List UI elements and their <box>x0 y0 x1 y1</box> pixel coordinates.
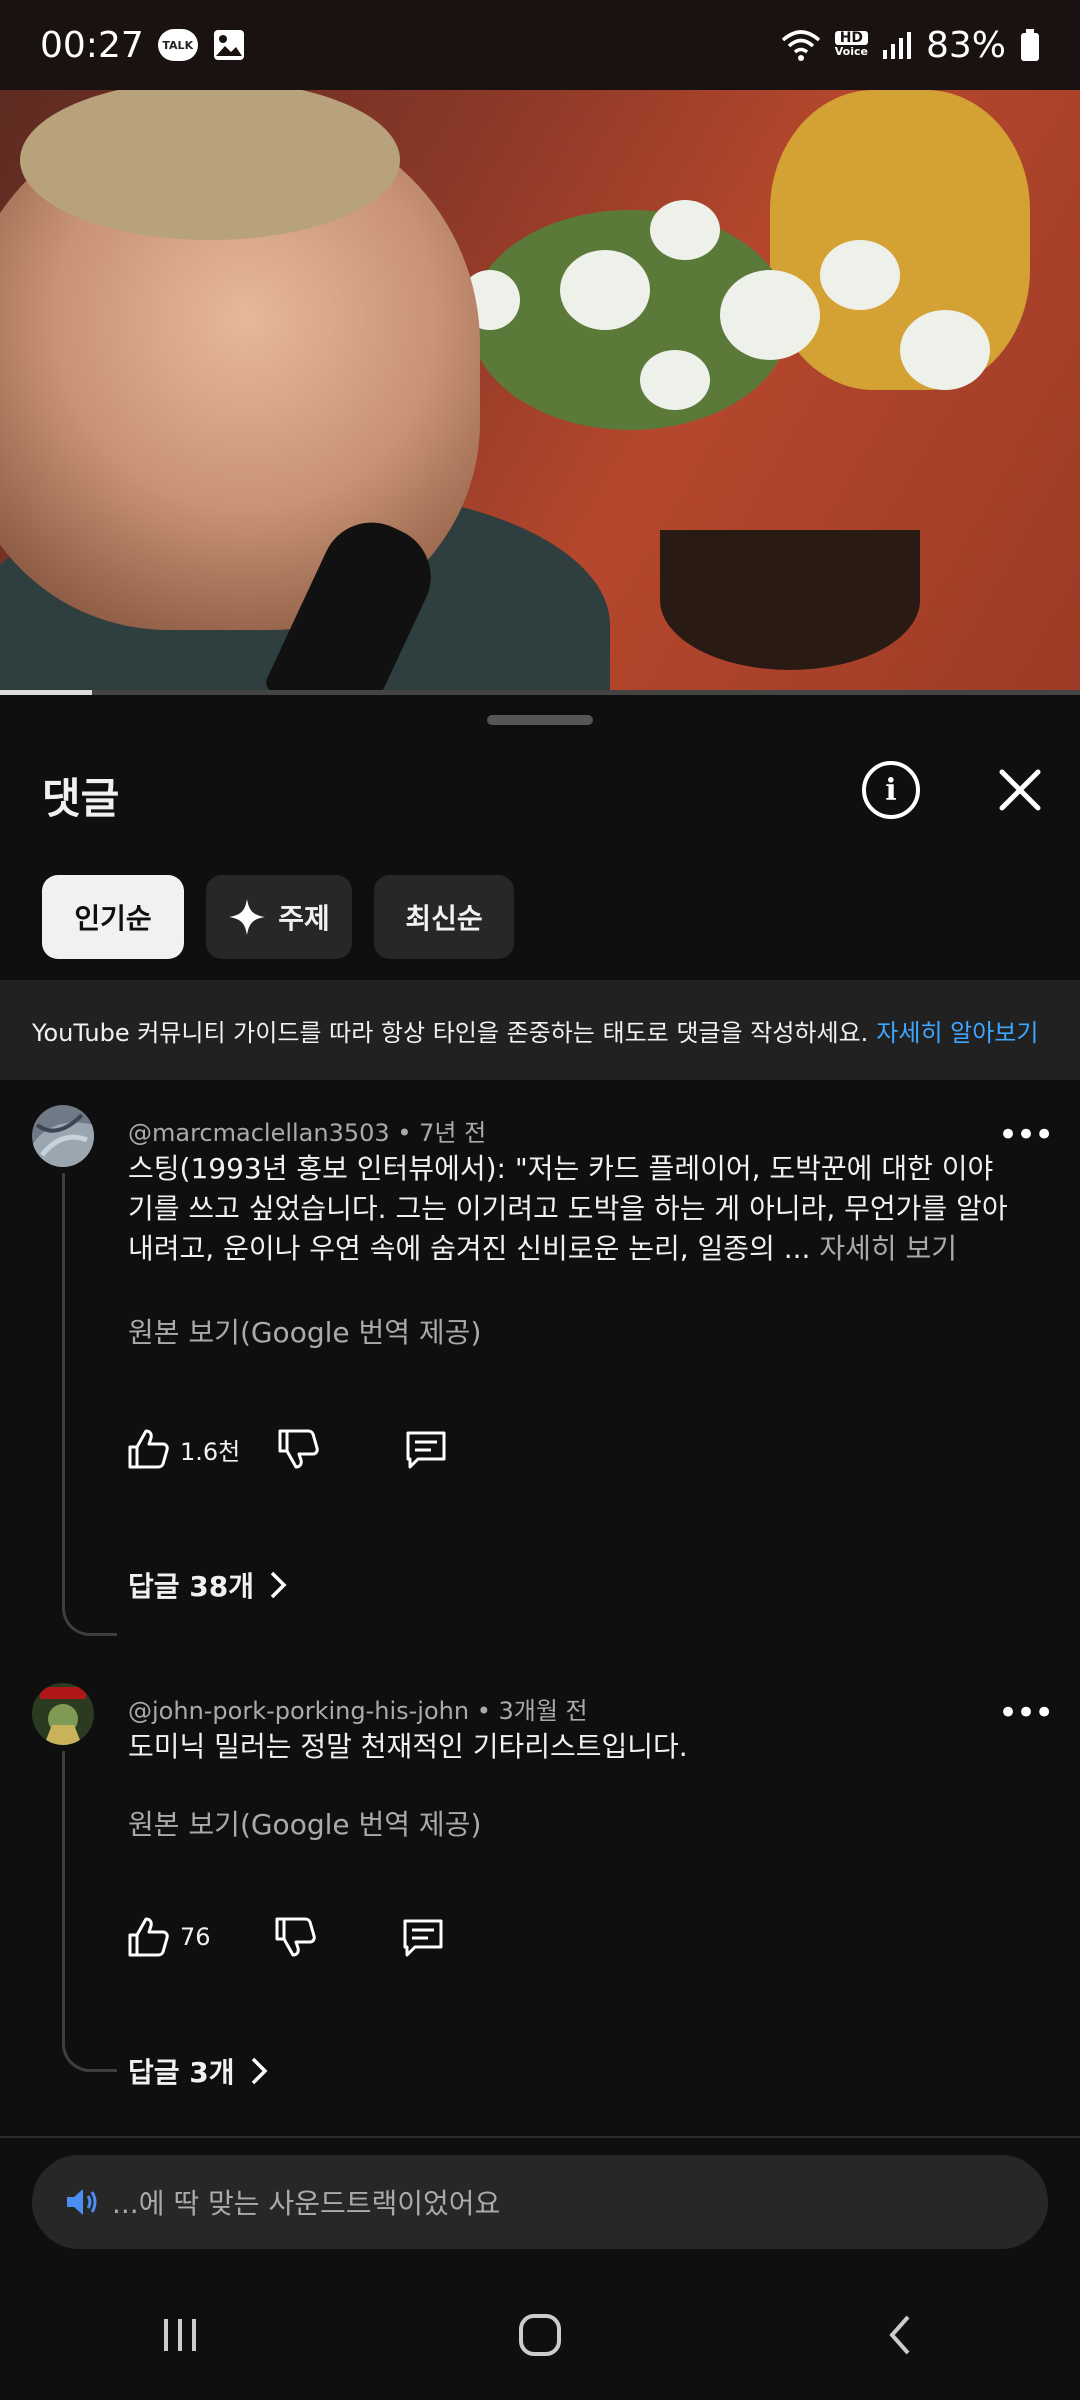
home-button[interactable] <box>500 2295 580 2375</box>
input-divider <box>0 2136 1080 2138</box>
sheet-title: 댓글 <box>42 774 120 823</box>
dislike-button[interactable] <box>273 1915 317 1959</box>
speaker-icon <box>67 2189 97 2215</box>
thread-line <box>62 1173 117 1636</box>
status-time: 00:27 <box>40 24 144 66</box>
avatar-image <box>32 1105 94 1167</box>
video-frame-flower <box>820 240 900 310</box>
reply-button[interactable] <box>401 1915 445 1959</box>
comment-author[interactable]: @marcmaclellan3503 <box>128 1119 390 1147</box>
close-icon[interactable] <box>990 760 1050 820</box>
meta-separator: • <box>476 1697 499 1725</box>
kakaotalk-icon: TALK <box>157 29 198 61</box>
gallery-icon <box>213 30 244 60</box>
chip-topics[interactable]: 주제 <box>206 875 352 959</box>
comment-meta: @marcmaclellan3503 • 7년 전 <box>128 1113 486 1148</box>
back-button[interactable] <box>860 2295 940 2375</box>
battery-percent: 83% <box>925 24 1006 66</box>
info-button[interactable]: i <box>862 761 920 819</box>
dislike-button[interactable] <box>276 1427 320 1471</box>
comment-body: 스팅(1993년 홍보 인터뷰에서): "저는 카드 플레이어, 도박꾼에 대한… <box>128 1149 1008 1269</box>
thumbs-down-icon <box>275 1917 316 1957</box>
reply-comment-icon <box>403 1919 443 1957</box>
comment-input[interactable]: ...에 딱 맞는 사운드트랙이었어요 <box>32 2155 1048 2249</box>
meta-separator: • <box>397 1119 420 1147</box>
comments-sheet: 댓글 i 인기순 주제 최신순 YouTube 커뮤니티 가이드를 따라 항상 … <box>0 695 1080 2400</box>
see-original-link[interactable]: 원본 보기(Google 번역 제공) <box>128 1311 481 1351</box>
read-more-link[interactable]: 자세히 보기 <box>819 1232 957 1265</box>
community-guidelines-banner: YouTube 커뮤니티 가이드를 따라 항상 타인을 존중하는 태도로 댓글을… <box>0 980 1080 1080</box>
drag-handle[interactable] <box>487 715 593 725</box>
chip-popular[interactable]: 인기순 <box>42 875 184 959</box>
info-icon: i <box>885 772 897 808</box>
thumbs-up-icon <box>128 1429 169 1469</box>
video-frame-flower <box>720 270 820 360</box>
chevron-right-icon <box>270 1571 287 1599</box>
learn-more-link[interactable]: 자세히 알아보기 <box>876 1013 1038 1048</box>
chevron-right-icon <box>251 2057 267 2085</box>
home-icon <box>519 2314 561 2356</box>
avatar[interactable] <box>32 1683 94 1745</box>
comment-body: 도미닉 밀러는 정말 천재적인 기타리스트입니다. <box>128 1727 1008 1767</box>
chip-label: 주제 <box>278 902 330 935</box>
chip-label: 인기순 <box>74 902 152 935</box>
view-replies-button[interactable]: 답글 38개 <box>128 1565 288 1605</box>
video-frame-flower <box>900 310 990 390</box>
comment-meta: @john-pork-porking-his-john • 3개월 전 <box>128 1691 588 1726</box>
hd-voice-icon: HD Voice <box>834 30 868 58</box>
thread-line <box>62 1751 117 2072</box>
avatar[interactable] <box>32 1105 94 1167</box>
like-count: 76 <box>180 1923 211 1951</box>
see-original-link[interactable]: 원본 보기(Google 번역 제공) <box>128 1803 481 1843</box>
video-frame-flower <box>640 350 710 410</box>
chip-newest[interactable]: 최신순 <box>374 875 514 959</box>
signal-icon <box>882 32 911 59</box>
video-player[interactable] <box>0 90 1080 690</box>
comment-author[interactable]: @john-pork-porking-his-john <box>128 1697 469 1725</box>
system-nav-bar <box>0 2270 1080 2400</box>
wifi-icon <box>781 30 820 61</box>
replies-label: 답글 3개 <box>128 2056 235 2089</box>
comment-text: 도미닉 밀러는 정말 천재적인 기타리스트입니다. <box>128 1730 688 1763</box>
comment-input-placeholder: ...에 딱 맞는 사운드트랙이었어요 <box>112 2187 501 2220</box>
status-bar: 00:27 TALK HD Voice 83% <box>0 0 1080 90</box>
guideline-text: YouTube 커뮤니티 가이드를 따라 항상 타인을 존중하는 태도로 댓글을… <box>32 1018 869 1047</box>
reply-button[interactable] <box>404 1427 448 1471</box>
chip-label: 최신순 <box>405 902 483 935</box>
like-button[interactable]: 1.6천 <box>126 1427 240 1471</box>
like-count: 1.6천 <box>180 1437 241 1466</box>
thumbs-up-icon <box>128 1917 169 1957</box>
avatar-image <box>32 1683 94 1745</box>
sort-chips: 인기순 주제 최신순 <box>42 875 514 959</box>
view-replies-button[interactable]: 답글 3개 <box>128 2051 269 2091</box>
battery-icon <box>1021 29 1039 61</box>
sparkle-icon <box>229 899 266 935</box>
back-icon <box>889 2315 910 2355</box>
comment-age: 7년 전 <box>419 1119 487 1147</box>
more-options-icon[interactable]: ••• <box>998 1118 1054 1152</box>
like-button[interactable]: 76 <box>126 1915 211 1959</box>
recent-apps-icon <box>164 2319 196 2351</box>
replies-label: 답글 38개 <box>128 1570 254 1603</box>
video-frame-flower <box>560 250 650 330</box>
video-frame-pot <box>660 530 920 670</box>
reply-comment-icon <box>406 1431 446 1469</box>
more-options-icon[interactable]: ••• <box>998 1696 1054 1730</box>
comment-age: 3개월 전 <box>498 1697 588 1725</box>
thumbs-down-icon <box>278 1429 319 1469</box>
video-frame-flower <box>650 200 720 260</box>
recent-apps-button[interactable] <box>140 2295 220 2375</box>
comment-actions: 1.6천 <box>126 1427 448 1471</box>
comment-actions: 76 <box>126 1915 445 1959</box>
